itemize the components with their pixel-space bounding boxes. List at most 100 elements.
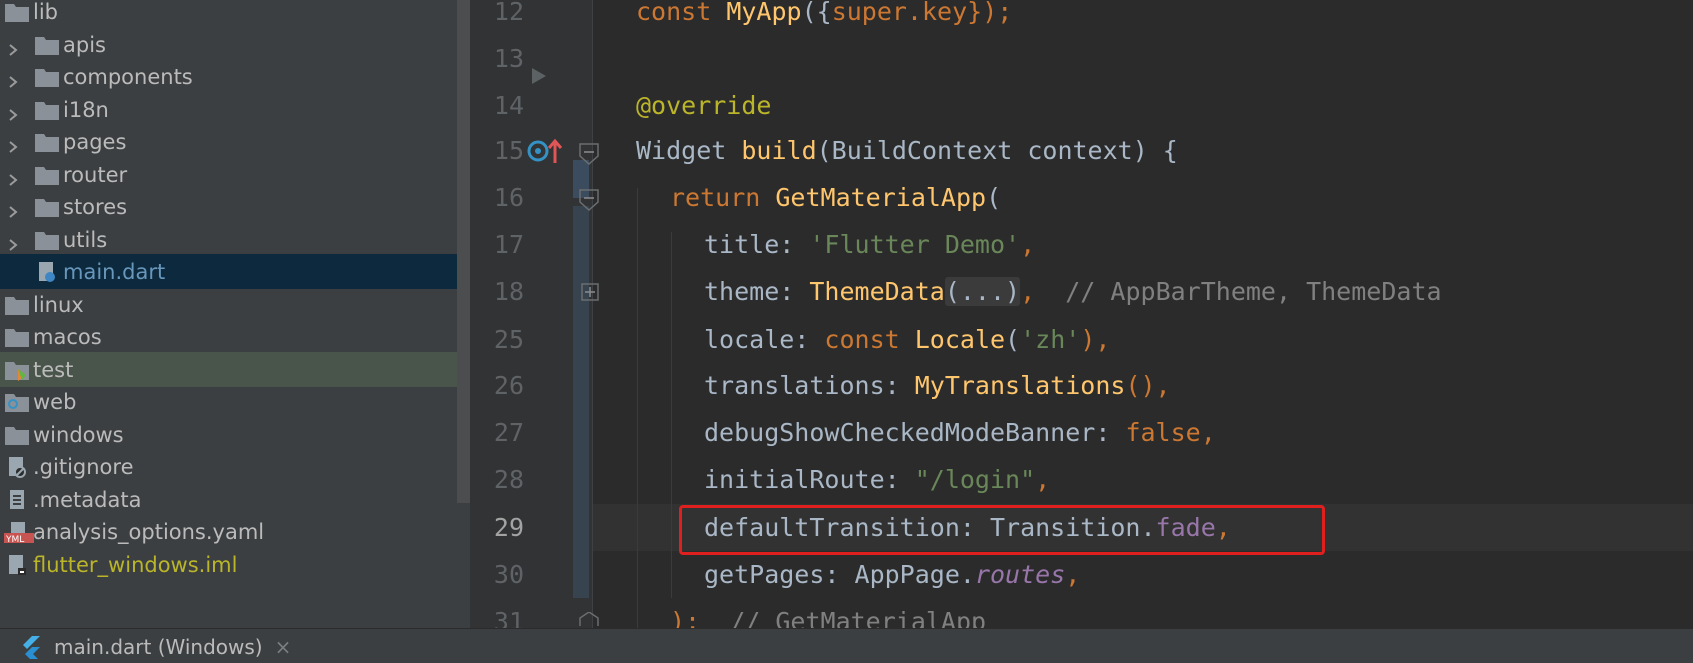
keyword-token: const [824, 325, 915, 354]
folder-icon [34, 99, 60, 121]
code-line-18: theme: ThemeData(...), // AppBarTheme, T… [704, 268, 1442, 315]
svg-text:YML: YML [5, 535, 24, 543]
keyword-token: const [636, 0, 727, 26]
named-arg-token: theme: [704, 277, 810, 306]
keyword-token: false [1125, 418, 1201, 447]
tree-item-label: flutter_windows.iml [33, 552, 238, 577]
close-tab-icon[interactable]: × [275, 635, 292, 659]
tree-item[interactable]: flutter_windows.iml [0, 547, 470, 582]
named-arg-token: translations: [704, 371, 915, 400]
web-folder-icon [4, 391, 30, 413]
folder-icon [34, 34, 60, 56]
line-number: 28 [493, 465, 524, 494]
tree-item[interactable]: .gitignore [0, 449, 470, 484]
code-line-15: Widget build(BuildContext context) { [636, 127, 1178, 174]
line-number: 14 [493, 91, 524, 120]
tree-item[interactable]: stores [0, 189, 470, 224]
code-line-27: debugShowCheckedModeBanner: false, [704, 409, 1216, 456]
punct-token: , [1020, 277, 1036, 306]
tree-item[interactable]: .metadata [0, 482, 470, 517]
chevron-right-icon[interactable] [6, 135, 20, 153]
folder-icon [34, 196, 60, 218]
chevron-right-icon[interactable] [6, 103, 20, 121]
code-line-17: title: 'Flutter Demo', [704, 221, 1035, 268]
comment-token: // AppBarTheme, ThemeData [1035, 277, 1442, 306]
tree-item[interactable]: main.dart [0, 254, 470, 289]
fold-expand-icon[interactable] [580, 282, 600, 302]
line-number: 17 [493, 230, 524, 259]
tree-item[interactable]: pages [0, 124, 470, 159]
tree-item[interactable]: test [0, 352, 470, 387]
punct-token: (), [1125, 371, 1171, 400]
punct-token: , [1020, 230, 1036, 259]
tree-item[interactable]: router [0, 157, 470, 192]
chevron-right-icon[interactable] [6, 200, 20, 218]
fold-collapse-icon[interactable] [578, 142, 600, 166]
tree-item-label: lib [33, 0, 58, 24]
line-number: 27 [493, 418, 524, 447]
tree-item[interactable]: lib [0, 0, 470, 29]
fold-marker[interactable] [573, 206, 589, 598]
tree-item[interactable]: windows [0, 417, 470, 452]
indent-guide [637, 188, 638, 628]
class-token: ThemeData [809, 277, 945, 306]
tree-item-label: macos [33, 324, 102, 349]
tree-item-label: main.dart [63, 259, 166, 284]
tree-item-label: components [63, 64, 193, 89]
tree-item-label: .gitignore [33, 454, 134, 479]
tree-item[interactable]: components [0, 59, 470, 94]
tree-item-label: apis [63, 32, 106, 57]
tree-item[interactable]: macos [0, 319, 470, 354]
tab-label: main.dart (Windows) [54, 634, 263, 659]
tree-item-label: analysis_options.yaml [33, 519, 265, 544]
project-tree-panel: lib apis components i18n pages router stores ut… [0, 0, 470, 628]
punct-token: , [1035, 465, 1051, 494]
code-line-25: locale: const Locale('zh'), [704, 316, 1110, 363]
tree-item[interactable]: YML analysis_options.yaml [0, 514, 470, 549]
tab-main-dart[interactable]: main.dart (Windows) × [20, 629, 291, 663]
tree-item-label: windows [33, 422, 124, 447]
code-line-16: return GetMaterialApp( [670, 174, 1001, 221]
chevron-right-icon[interactable] [6, 38, 20, 56]
line-number: 26 [493, 371, 524, 400]
iml-file-icon [4, 554, 30, 576]
tree-item-label: i18n [63, 97, 109, 122]
line-number: 25 [493, 325, 524, 354]
folded-region[interactable]: (...) [944, 277, 1021, 306]
keyword-token: return [670, 183, 776, 212]
tree-item[interactable]: utils [0, 222, 470, 257]
folder-icon [4, 326, 30, 348]
tree-item-label: pages [63, 129, 127, 154]
override-method-icon[interactable] [527, 137, 571, 165]
tree-item-label: utils [63, 227, 108, 252]
tree-item[interactable]: apis [0, 27, 470, 62]
punct-token: , [1065, 560, 1081, 589]
code-line-12: const MyApp({super.key}); [636, 0, 1012, 35]
punct-token: ( [986, 183, 1002, 212]
folder-icon [34, 229, 60, 251]
fold-collapse-icon[interactable] [578, 188, 600, 212]
tree-item-label: stores [63, 194, 128, 219]
tree-scrollbar[interactable] [457, 0, 470, 503]
named-arg-token: locale: [704, 325, 825, 354]
run-arrow-icon[interactable] [530, 66, 548, 86]
named-arg-token: title: [704, 230, 810, 259]
punct-token: ( [1005, 325, 1021, 354]
code-line-14: @override [636, 82, 771, 129]
string-token: "/login" [914, 465, 1036, 494]
chevron-right-icon[interactable] [6, 168, 20, 186]
code-line-26: translations: MyTranslations(), [704, 362, 1171, 409]
punct-token: , [1200, 418, 1216, 447]
chevron-right-icon[interactable] [6, 70, 20, 88]
named-arg-token: getPages: AppPage. [704, 560, 975, 589]
line-number: 29 [493, 513, 524, 542]
tree-item[interactable]: linux [0, 287, 470, 322]
tree-item[interactable]: i18n [0, 92, 470, 127]
fold-end-icon[interactable] [578, 612, 600, 628]
tree-item[interactable]: web [0, 384, 470, 419]
tree-item-label: .metadata [33, 487, 142, 512]
class-token: GetMaterialApp [775, 183, 987, 212]
code-line-30: getPages: AppPage.routes, [704, 551, 1080, 598]
line-number: 13 [493, 44, 524, 73]
chevron-right-icon[interactable] [6, 233, 20, 251]
